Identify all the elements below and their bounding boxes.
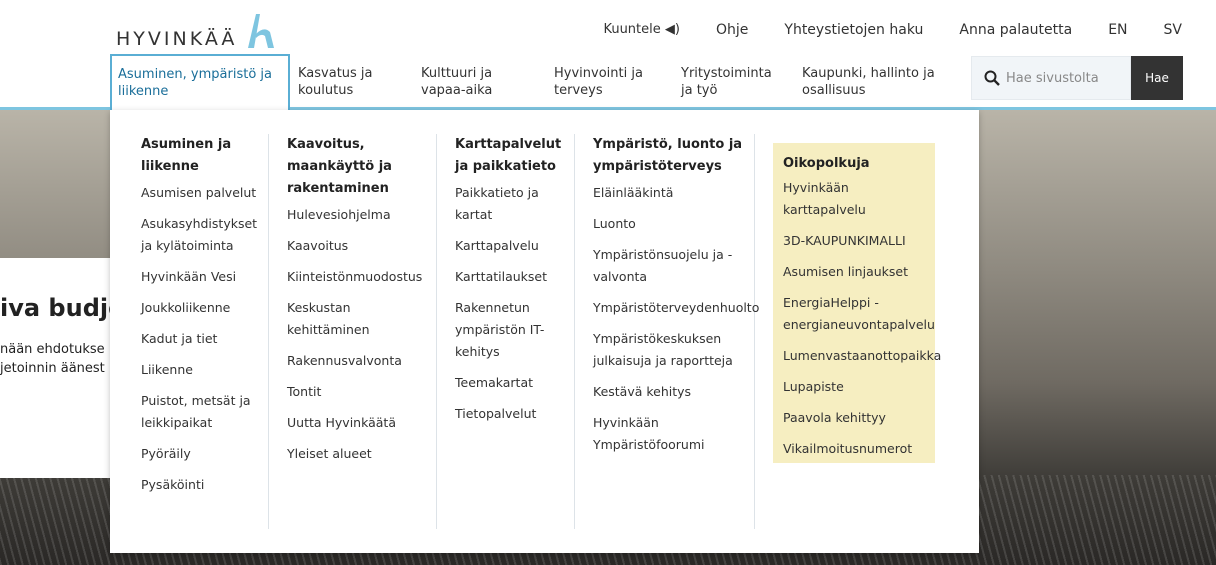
language-en-link[interactable]: EN xyxy=(1108,22,1127,38)
menu-link[interactable]: Rakennetun ympäristön IT-kehitys xyxy=(455,297,570,363)
menu-link[interactable]: Hyvinkään Ympäristöfoorumi xyxy=(593,412,750,456)
menu-link[interactable]: Joukkoliikenne xyxy=(141,297,262,319)
hero-title: iva budje xyxy=(0,294,110,322)
hero-text-line: nään ehdotukse xyxy=(0,342,105,357)
menu-link[interactable]: Eläinlääkintä xyxy=(593,182,750,204)
search-box xyxy=(971,56,1131,100)
contacts-search-link[interactable]: Yhteystietojen haku xyxy=(784,22,923,38)
nav-housing-environment-traffic[interactable]: Asuminen, ympäristö ja liikenne xyxy=(110,54,290,110)
menu-link[interactable]: Tietopalvelut xyxy=(455,403,570,425)
shortcut-link[interactable]: Lupapiste xyxy=(783,376,925,398)
menu-link[interactable]: Kadut ja tiet xyxy=(141,328,262,350)
hero-text-line: jetoinnin äänest xyxy=(0,361,105,376)
menu-link[interactable]: Tontit xyxy=(287,381,432,403)
shortcut-link[interactable]: EnergiaHelppi - energianeuvontapalvelu xyxy=(783,292,935,336)
search-input[interactable] xyxy=(1006,70,1124,86)
menu-link[interactable]: Teemakartat xyxy=(455,372,570,394)
menu-heading[interactable]: Kaavoitus, maankäyttö ja rakentaminen xyxy=(287,134,432,200)
menu-link[interactable]: Pysäköinti xyxy=(141,474,262,496)
menu-link[interactable]: Ympäristökeskuksen julkaisuja ja raportt… xyxy=(593,328,750,372)
shortcut-link[interactable]: 3D-KAUPUNKIMALLI xyxy=(783,230,925,252)
language-sv-link[interactable]: SV xyxy=(1164,22,1182,38)
menu-link[interactable]: Ympäristöterveydenhuolto xyxy=(593,297,759,319)
search-icon xyxy=(984,70,1000,86)
logo-mark-icon xyxy=(248,14,274,48)
menu-link[interactable]: Uutta Hyvinkäätä xyxy=(287,412,432,434)
menu-link[interactable]: Rakennusvalvonta xyxy=(287,350,432,372)
menu-link[interactable]: Ympäristönsuojelu ja -valvonta xyxy=(593,244,750,288)
menu-link[interactable]: Paikkatieto ja kartat xyxy=(455,182,570,226)
shortcut-link[interactable]: Hyvinkään karttapalvelu xyxy=(783,177,925,221)
menu-column-planning: Kaavoitus, maankäyttö ja rakentaminen Hu… xyxy=(269,134,437,529)
menu-column-environment: Ympäristö, luonto ja ympäristöterveys El… xyxy=(575,134,759,529)
nav-culture-leisure[interactable]: Kulttuuri ja vapaa-aika xyxy=(413,54,546,108)
menu-link[interactable]: Asukasyhdistykset ja kylätoiminta xyxy=(141,213,262,257)
top-links: Kuuntele ◀︎) Ohje Yhteystietojen haku An… xyxy=(567,22,1182,38)
site-header: HYVINKÄÄ Kuuntele ◀︎) Ohje Yhteystietoje… xyxy=(0,0,1216,110)
search-button[interactable]: Hae xyxy=(1131,56,1183,100)
menu-link[interactable]: Liikenne xyxy=(141,359,262,381)
feedback-link[interactable]: Anna palautetta xyxy=(959,22,1072,38)
menu-heading[interactable]: Karttapalvelut ja paikkatieto xyxy=(455,134,570,178)
menu-column-maps: Karttapalvelut ja paikkatieto Paikkatiet… xyxy=(437,134,575,529)
logo-text: HYVINKÄÄ xyxy=(116,28,238,50)
menu-link[interactable]: Hyvinkään Vesi xyxy=(141,266,262,288)
speaker-icon: ◀︎) xyxy=(664,22,680,37)
menu-link[interactable]: Hulevesiohjelma xyxy=(287,204,432,226)
shortcut-link[interactable]: Lumenvastaanottopaikka xyxy=(783,345,941,367)
site-logo[interactable]: HYVINKÄÄ xyxy=(116,14,286,50)
menu-link[interactable]: Luonto xyxy=(593,213,750,235)
menu-link[interactable]: Karttapalvelu xyxy=(455,235,570,257)
menu-link[interactable]: Kiinteistönmuodostus xyxy=(287,266,432,288)
nav-education[interactable]: Kasvatus ja koulutus xyxy=(290,54,413,108)
menu-link[interactable]: Keskustan kehittäminen xyxy=(287,297,432,341)
help-link[interactable]: Ohje xyxy=(716,22,748,38)
main-nav: Asuminen, ympäristö ja liikenne Kasvatus… xyxy=(110,54,944,110)
menu-link[interactable]: Yleiset alueet xyxy=(287,443,432,465)
shortcuts-panel: Oikopolkuja Hyvinkään karttapalvelu 3D-K… xyxy=(773,143,941,463)
menu-link[interactable]: Pyöräily xyxy=(141,443,262,465)
menu-heading[interactable]: Asuminen ja liikenne xyxy=(141,134,262,178)
mega-menu: Asuminen ja liikenne Asumisen palvelut A… xyxy=(110,110,979,553)
shortcuts-heading: Oikopolkuja xyxy=(783,156,870,171)
menu-link[interactable]: Kaavoitus xyxy=(287,235,432,257)
shortcut-link[interactable]: Asumisen linjaukset xyxy=(783,261,925,283)
nav-city-administration[interactable]: Kaupunki, hallinto ja osallisuus xyxy=(794,54,944,108)
menu-column-housing: Asuminen ja liikenne Asumisen palvelut A… xyxy=(110,134,269,529)
menu-link[interactable]: Puistot, metsät ja leikkipaikat xyxy=(141,390,262,434)
menu-link[interactable]: Kestävä kehitys xyxy=(593,381,750,403)
listen-link[interactable]: Kuuntele ◀︎) xyxy=(603,22,680,38)
shortcut-link[interactable]: Vikailmoitusnumerot xyxy=(783,438,925,460)
menu-heading[interactable]: Ympäristö, luonto ja ympäristöterveys xyxy=(593,134,750,178)
nav-business-work[interactable]: Yritystoiminta ja työ xyxy=(673,54,794,108)
menu-link[interactable]: Asumisen palvelut xyxy=(141,182,262,204)
shortcut-link[interactable]: Paavola kehittyy xyxy=(783,407,925,429)
listen-label: Kuuntele xyxy=(603,22,661,37)
hero-text: nään ehdotukse jetoinnin äänest xyxy=(0,340,110,378)
nav-wellbeing-health[interactable]: Hyvinvointi ja terveys xyxy=(546,54,673,108)
menu-link[interactable]: Karttatilaukset xyxy=(455,266,570,288)
